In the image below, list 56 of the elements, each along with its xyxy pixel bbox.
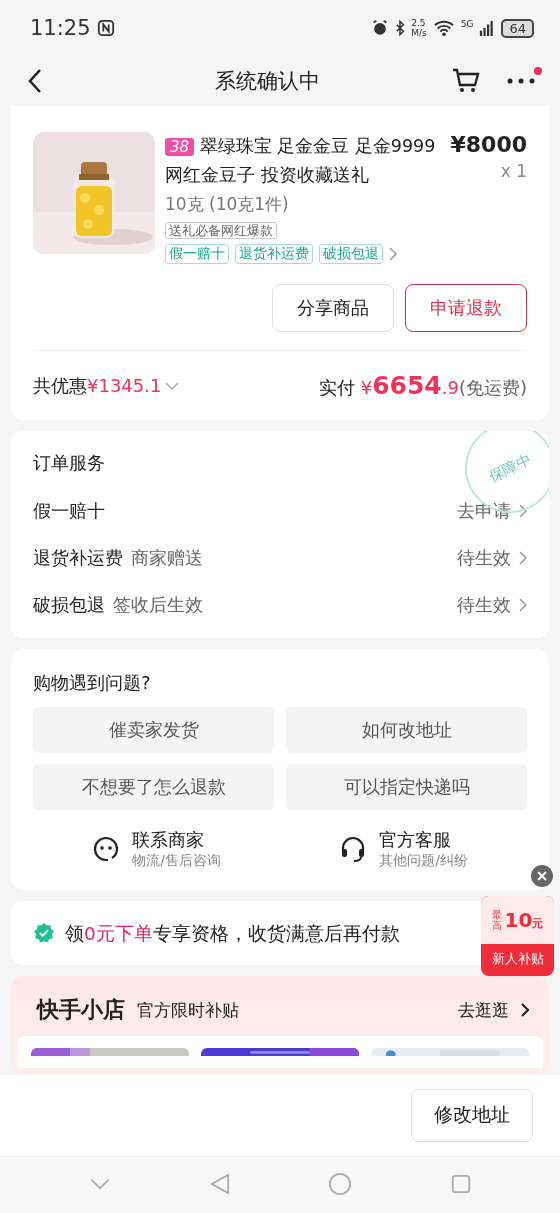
contact-subtitle: 其他问题/纠纷 <box>379 852 468 870</box>
chevron-down-icon[interactable] <box>165 381 180 390</box>
wifi-icon <box>432 19 455 37</box>
question-button[interactable]: 催卖家发货 <box>33 707 274 753</box>
chevron-right-icon[interactable] <box>521 1003 529 1017</box>
action-button[interactable]: 申请退款 <box>405 284 527 332</box>
contact-name[interactable]: 联系商家 <box>132 828 221 852</box>
more-icon[interactable] <box>506 77 536 85</box>
question-button[interactable]: 可以指定快递吗 <box>286 764 527 810</box>
question-button[interactable]: 不想要了怎么退款 <box>33 764 274 810</box>
chevron-down-icon[interactable] <box>89 1178 112 1190</box>
product-price: ¥8000 <box>450 132 527 157</box>
nfc-icon <box>96 19 115 37</box>
cart-icon[interactable] <box>452 68 480 94</box>
recents-square-icon[interactable] <box>450 1174 471 1194</box>
service-name: 假一赔十 <box>33 498 105 523</box>
contact-subtitle: 物流/售后咨询 <box>132 852 221 870</box>
close-icon[interactable] <box>531 865 553 887</box>
product-title[interactable]: 38 翠绿珠宝 足金金豆 足金9999网红金豆子 投资收藏送礼 <box>165 132 445 189</box>
bluetooth-icon <box>395 19 406 37</box>
back-icon[interactable] <box>28 68 42 94</box>
service-note: 签收后生效 <box>113 592 203 617</box>
service-name: 破损包退 <box>33 592 105 617</box>
ad-label: 最高 <box>491 909 503 931</box>
action-button[interactable]: 分享商品 <box>272 284 394 332</box>
signal-icon <box>479 19 496 37</box>
product-spec: 10克 (10克1件) <box>165 193 290 216</box>
section-title: 订单服务 <box>33 451 105 475</box>
promo-text[interactable]: 领0元下单专享资格，收货满意后再付款 <box>65 920 400 946</box>
paid-amount: 实付 ¥6654.9(免运费) <box>318 371 527 400</box>
service-name: 退货补运费 <box>33 545 123 570</box>
promo-badge: 38 <box>165 138 195 156</box>
shop-link[interactable]: 去逛逛 <box>458 998 509 1022</box>
product-tag: 送礼必备网红爆款 <box>165 222 277 239</box>
battery-indicator: 64 <box>501 18 534 38</box>
edit-address-button[interactable]: 修改地址 <box>411 1088 533 1142</box>
question-button[interactable]: 如何改地址 <box>286 707 527 753</box>
service-note: 商家赠送 <box>131 545 203 570</box>
network-speed: 2.5 M/s <box>411 18 427 38</box>
status-time: 11:25 <box>30 16 91 40</box>
shop-title: 快手小店 <box>37 996 125 1024</box>
service-status[interactable]: 待生效 <box>457 592 511 617</box>
contact-name[interactable]: 官方客服 <box>379 828 468 852</box>
ad-amount: 10元 <box>504 908 544 932</box>
page-title: 系统确认中 <box>213 68 321 95</box>
home-circle-icon[interactable] <box>328 1172 353 1196</box>
network-type: 5G <box>460 19 474 29</box>
ad-caption: 新人补贴 <box>491 950 544 968</box>
back-triangle-icon[interactable] <box>209 1173 230 1195</box>
service-status[interactable]: 待生效 <box>457 545 511 570</box>
discount-total[interactable]: 共优惠¥1345.1 <box>33 373 162 398</box>
verified-badge-icon <box>33 922 55 944</box>
product-quantity: x 1 <box>500 161 527 181</box>
shop-subtitle: 官方限时补贴 <box>137 998 239 1022</box>
section-title: 购物遇到问题? <box>33 671 151 695</box>
chat-icon[interactable] <box>92 835 121 863</box>
